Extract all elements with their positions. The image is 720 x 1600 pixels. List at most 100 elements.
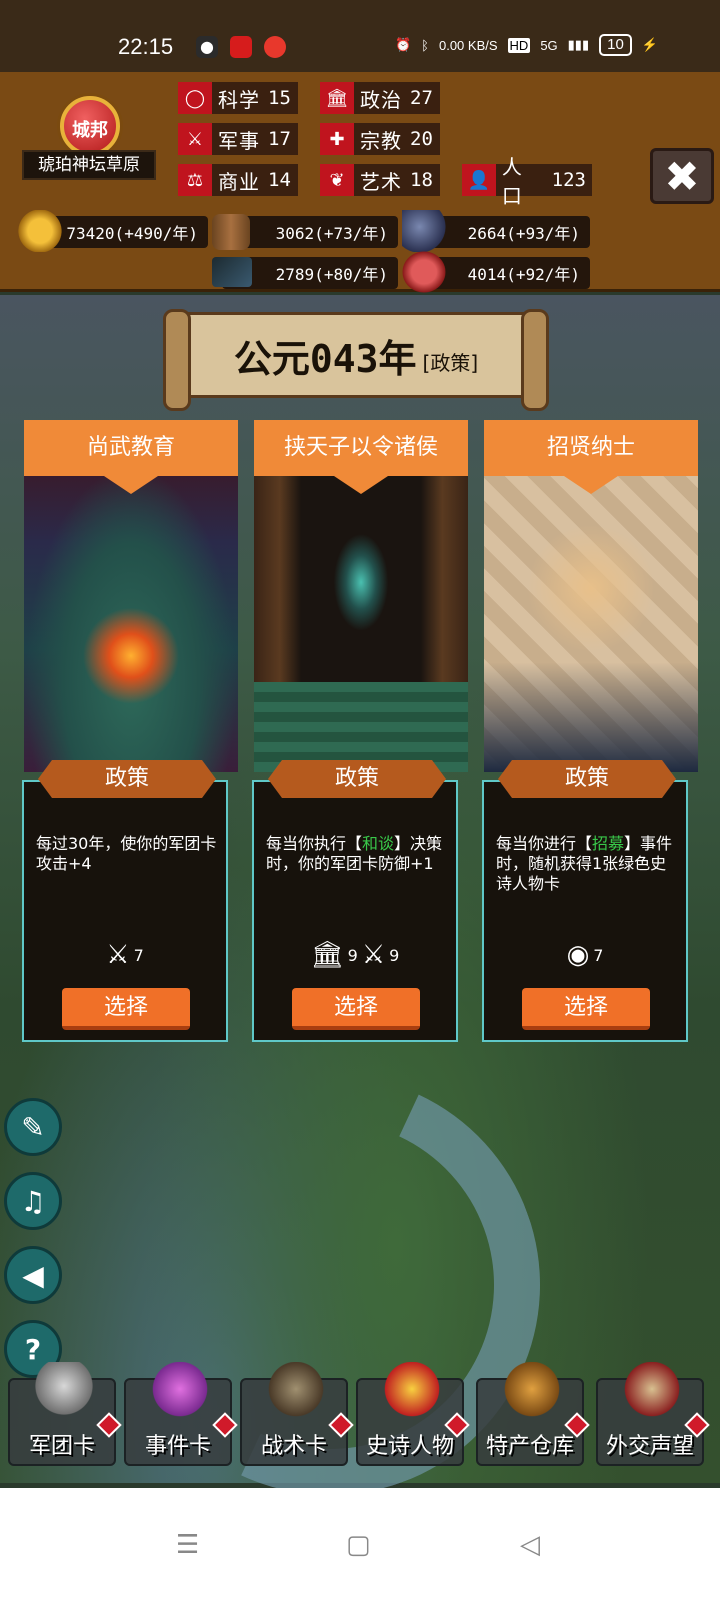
resource-text: 4014(+92/年) — [467, 265, 580, 284]
card-art-temple — [254, 466, 468, 772]
sound-icon: ◀ — [22, 1258, 44, 1292]
nav-epic-characters[interactable]: 史诗人物 — [356, 1362, 470, 1466]
close-button[interactable]: ✖ — [650, 148, 714, 204]
science-icon: ◉ — [566, 940, 590, 970]
select-button[interactable]: 选择 — [292, 988, 420, 1030]
book-button[interactable]: ✎ — [4, 1098, 62, 1156]
nav-tactic-cards[interactable]: 战术卡 — [240, 1362, 354, 1466]
desc-highlight: 招募 — [592, 834, 625, 853]
card-body: 每过30年，使你的军团卡攻击+4 ⚔ 7 选择 — [22, 780, 228, 1042]
card-title: 挟天子以令诸侯 — [254, 420, 468, 494]
card-body: 每当你进行【招募】事件时，随机获得1张绿色史诗人物卡 ◉ 7 选择 — [482, 780, 688, 1042]
card-description: 每当你进行【招募】事件时，随机获得1张绿色史诗人物卡 — [496, 834, 682, 894]
desc-text: 每过30年，使你的军团卡攻击+4 — [36, 834, 217, 873]
nav-legion-cards[interactable]: 军团卡 — [8, 1362, 122, 1466]
nav-specialty-warehouse[interactable]: 特产仓库 — [476, 1362, 590, 1466]
resource-text: 2789(+80/年) — [275, 265, 388, 284]
card-description: 每过30年，使你的军团卡攻击+4 — [36, 834, 222, 874]
bluetooth-icon: ᛒ — [421, 37, 429, 53]
home-icon[interactable]: ▢ — [346, 1530, 371, 1560]
science-icon: ◯ — [178, 82, 212, 114]
signal-icon: ▮▮▮ — [567, 37, 590, 52]
population-icon: 👤 — [462, 164, 496, 196]
card-art-campfire — [24, 466, 238, 772]
kingdom-rank: 城邦 — [72, 120, 108, 141]
desc-text: 每当你进行【 — [496, 834, 593, 853]
card-title: 招贤纳士 — [484, 420, 698, 494]
nav-label: 战术卡 — [260, 1434, 327, 1459]
card-ribbon: 政策 — [498, 760, 676, 798]
battery-level: 10 — [599, 34, 632, 56]
card-cost: 🏛 9 ⚔ 9 — [254, 940, 456, 970]
stat-religion: ✚ 宗教 20 — [320, 123, 440, 155]
stat-value: 14 — [268, 169, 291, 191]
select-button[interactable]: 选择 — [522, 988, 650, 1030]
close-icon: ✖ — [664, 151, 700, 201]
desc-highlight: 和谈 — [362, 834, 395, 853]
system-nav-bar: ☰ ▢ ◁ — [0, 1488, 720, 1600]
nav-label: 事件卡 — [144, 1434, 211, 1459]
hd-badge: HD — [507, 37, 531, 53]
card-title: 尚武教育 — [24, 420, 238, 494]
card-body: 每当你执行【和谈】决策时，你的军团卡防御+1 🏛 9 ⚔ 9 选择 — [252, 780, 458, 1042]
year-banner: 公元043年 [政策] — [163, 309, 549, 411]
stat-label: 政治 — [360, 87, 402, 112]
sound-button[interactable]: ◀ — [4, 1246, 62, 1304]
resource-meat: 4014(+92/年) — [402, 251, 590, 293]
charging-icon: ⚡ — [641, 37, 658, 52]
wechat-icon: ● — [196, 36, 218, 58]
back-icon[interactable]: ◁ — [520, 1530, 540, 1560]
stat-label: 商业 — [218, 169, 260, 194]
resource-text: 3062(+73/年) — [275, 224, 388, 243]
status-time: 22:15 — [118, 34, 174, 59]
chest-icon — [502, 1362, 562, 1422]
resource-iron: 2789(+80/年) — [212, 257, 398, 289]
year-tag: [政策] — [422, 350, 479, 375]
gold-icon — [18, 210, 62, 252]
menu-icon[interactable]: ☰ — [176, 1530, 199, 1560]
policy-card[interactable]: 招贤纳士 每当你进行【招募】事件时，随机获得1张绿色史诗人物卡 ◉ 7 选择 政… — [482, 420, 698, 1042]
military-icon: ⚔ — [178, 123, 212, 155]
xiaohongshu-icon — [264, 36, 286, 58]
politics-icon: 🏛 — [320, 82, 354, 114]
stat-value: 18 — [410, 169, 433, 191]
meat-icon — [402, 251, 446, 293]
stat-label: 军事 — [218, 128, 260, 153]
policy-card[interactable]: 挟天子以令诸侯 每当你执行【和谈】决策时，你的军团卡防御+1 🏛 9 ⚔ 9 选… — [252, 420, 468, 1042]
helmet-icon — [34, 1362, 94, 1422]
nav-label: 外交声望 — [605, 1434, 694, 1459]
letter-icon — [622, 1362, 682, 1422]
card-ribbon: 政策 — [268, 760, 446, 798]
policy-card[interactable]: 尚武教育 每过30年，使你的军团卡攻击+4 ⚔ 7 选择 政策 — [22, 420, 238, 1042]
politics-icon: 🏛 — [310, 940, 344, 970]
cost-value: 9 — [347, 945, 358, 965]
resource-stone: 2664(+93/年) — [402, 210, 590, 252]
scroll-icon — [150, 1362, 210, 1422]
location-name: 琥珀神坛草原 — [22, 150, 156, 180]
stat-value: 27 — [410, 87, 433, 109]
nav-diplomacy[interactable]: 外交声望 — [596, 1362, 710, 1466]
nav-event-cards[interactable]: 事件卡 — [124, 1362, 238, 1466]
card-description: 每当你执行【和谈】决策时，你的军团卡防御+1 — [266, 834, 452, 874]
cost-value: 9 — [389, 945, 400, 965]
stat-value: 123 — [551, 169, 586, 191]
stat-military: ⚔ 军事 17 — [178, 123, 298, 155]
select-button[interactable]: 选择 — [62, 988, 190, 1030]
cost-value: 7 — [133, 945, 144, 965]
resource-text: 2664(+93/年) — [467, 224, 580, 243]
rank-shield-icon: 城邦 — [60, 96, 120, 156]
stat-label: 宗教 — [360, 128, 402, 153]
nav-label: 特产仓库 — [485, 1434, 574, 1459]
hall-shadow — [484, 662, 698, 772]
stat-value: 17 — [268, 128, 291, 150]
bottom-nav: 军团卡 事件卡 战术卡 史诗人物 特产仓库 外交声望 — [0, 1362, 720, 1488]
alarm-icon: ⏰ — [394, 37, 412, 52]
resource-gold: 73420(+490/年) — [18, 210, 208, 252]
stat-science: ◯ 科学 15 — [178, 82, 298, 114]
stat-commerce: ⚖ 商业 14 — [178, 164, 298, 196]
music-icon: ♫ — [20, 1184, 46, 1218]
religion-icon: ✚ — [320, 123, 354, 155]
music-button[interactable]: ♫ — [4, 1172, 62, 1230]
year-text: 公元043年 — [233, 336, 417, 381]
stat-label: 科学 — [218, 87, 260, 112]
